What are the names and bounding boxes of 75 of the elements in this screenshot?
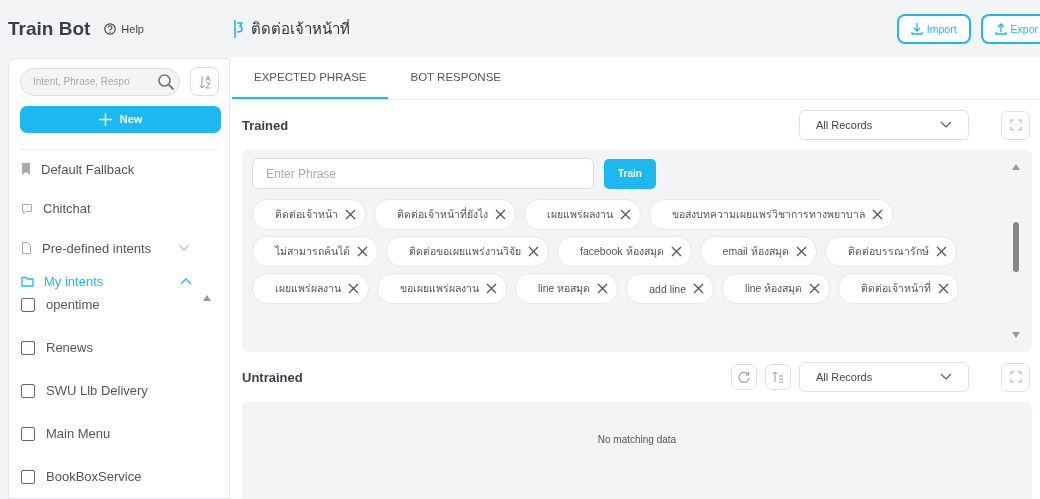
search-field[interactable]: Intent, Phrase, Respo — [20, 67, 180, 96]
help-link[interactable]: Help — [104, 23, 144, 35]
sort-icon — [197, 73, 212, 90]
plus-icon — [98, 112, 112, 126]
scroll-up-arrow-icon[interactable] — [1012, 164, 1020, 170]
section-title: Trained — [242, 117, 290, 133]
close-icon[interactable] — [495, 209, 506, 220]
close-icon[interactable] — [528, 246, 539, 257]
close-icon[interactable] — [795, 246, 807, 257]
sidebar-item[interactable]: Pre-defined intents — [20, 228, 219, 268]
intent-item[interactable]: SWU Llb Delivery — [20, 369, 219, 412]
section-title: Untrained — [242, 369, 304, 385]
close-icon[interactable] — [345, 209, 356, 220]
records-dropdown[interactable]: All Records — [799, 110, 969, 140]
close-icon[interactable] — [872, 209, 883, 220]
close-icon[interactable] — [597, 283, 609, 294]
tab[interactable]: EXPECTED PHRASE — [232, 57, 389, 99]
phrase-text: line ห้องสมุด — [745, 281, 803, 297]
close-icon[interactable] — [670, 246, 682, 257]
phrase-text: email ห้องสมุด — [722, 244, 789, 260]
phrase-text: ติดต่อขอเผยแพร่งานวิจัย — [409, 244, 521, 259]
download-icon — [910, 22, 923, 35]
close-icon[interactable] — [486, 283, 497, 294]
intent-item[interactable]: Main Menu — [20, 412, 219, 455]
search-icon — [157, 72, 175, 91]
close-icon[interactable] — [693, 283, 705, 294]
close-icon[interactable] — [620, 209, 631, 220]
phrase-text: ไม่สามารถค้นได้ — [275, 244, 350, 259]
document-icon — [21, 242, 32, 254]
checkbox[interactable] — [21, 340, 35, 355]
tab[interactable]: BOT RESPONSE — [388, 57, 524, 99]
chevron-down-icon — [940, 373, 952, 381]
checkbox[interactable] — [21, 297, 35, 312]
expand-icon — [1009, 371, 1022, 383]
refresh-icon — [738, 371, 750, 383]
checkbox[interactable] — [21, 426, 35, 441]
close-icon[interactable] — [809, 283, 821, 294]
close-icon[interactable] — [357, 246, 368, 257]
phrase-text: line หอสมุด — [538, 281, 591, 297]
intent-title: ติดต่อเจ้าหน้าที่ — [251, 18, 350, 39]
phrase-input[interactable]: Enter Phrase — [252, 158, 594, 189]
phrase-text: add line — [649, 282, 687, 295]
phrase-text: เผยแพร่ผลงาน — [547, 207, 613, 222]
intent-bracket-icon — [234, 19, 243, 38]
phrase-text: ขอเผยแพร่ผลงาน — [400, 281, 479, 296]
phrase-text: ติดต่อเจ้าหน้าที่ยังไง — [397, 206, 488, 222]
phrase-text: ขอส่งบทความเผยแพร่วิชาการทางพยาบาล — [672, 207, 865, 222]
intent-item[interactable]: Renews — [20, 326, 219, 369]
close-icon[interactable] — [348, 283, 359, 294]
empty-message: No matching data — [597, 434, 677, 447]
app-title: Train Bot — [8, 18, 91, 40]
sidebar-item[interactable]: Default Fallback — [20, 149, 219, 190]
phrase-text: เผยแพร่ผลงาน — [275, 281, 341, 296]
help-icon — [104, 23, 117, 35]
upload-icon — [994, 22, 1007, 35]
intent-item[interactable]: BookBoxService — [20, 455, 219, 498]
sidebar-item[interactable]: Chitchat — [20, 189, 219, 229]
chat-bubble-icon — [21, 202, 33, 215]
scroll-down-arrow-icon[interactable] — [1012, 332, 1020, 338]
phrase-text: facebook ห้องสมุด — [580, 244, 664, 260]
scrollbar-thumb[interactable] — [1013, 222, 1019, 272]
close-icon[interactable] — [938, 283, 950, 294]
scroll-up-arrow-icon[interactable] — [203, 295, 211, 301]
records-dropdown[interactable]: All Records — [799, 362, 969, 392]
checkbox[interactable] — [21, 383, 35, 398]
chevron-down-icon — [940, 121, 952, 129]
folder-icon — [21, 275, 34, 287]
expand-icon — [1009, 119, 1022, 131]
phrase-text: ติดต่อบรรณารักษ์ — [847, 244, 929, 259]
checkbox[interactable] — [21, 469, 35, 484]
phrase-text: ติดต่อเจ้าหน้า — [275, 207, 338, 222]
bookmark-icon — [21, 163, 31, 176]
sort-icon — [772, 371, 784, 383]
phrase-text: ติดต่อเจ้าหน้าที่ — [861, 280, 932, 296]
close-icon[interactable] — [935, 246, 947, 257]
